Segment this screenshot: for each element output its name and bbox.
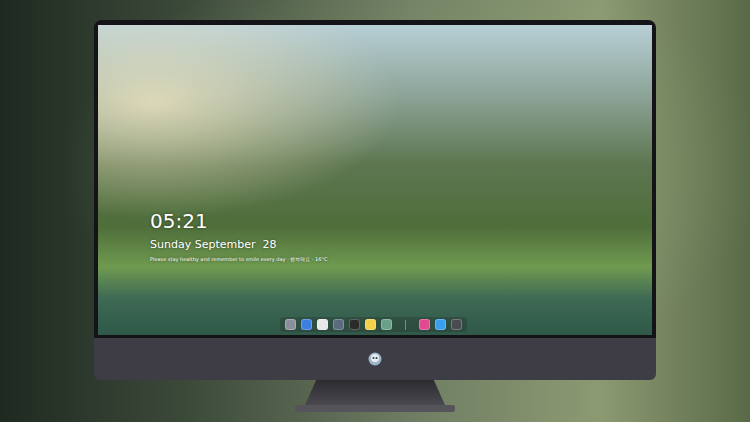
dock-app-icon[interactable] xyxy=(285,319,296,330)
dock-app-icon[interactable] xyxy=(419,319,430,330)
dock xyxy=(280,317,467,332)
clock-widget: 05:21 Sunday September 28 Please stay he… xyxy=(150,210,652,263)
dock-app-icon[interactable] xyxy=(381,319,392,330)
dock-app-icon[interactable] xyxy=(317,319,328,330)
monitor-chin xyxy=(94,338,656,380)
dock-app-icon[interactable] xyxy=(365,319,376,330)
clock-info: Please stay healthy and remember to smil… xyxy=(150,256,652,263)
brand-logo-icon xyxy=(368,352,382,366)
wallpaper xyxy=(98,25,652,335)
clock-date: Sunday September 28 xyxy=(150,238,652,252)
screen: 05:21 Sunday September 28 Please stay he… xyxy=(98,25,652,335)
monitor-base xyxy=(295,405,455,412)
dock-divider xyxy=(405,320,406,330)
monitor: 05:21 Sunday September 28 Please stay he… xyxy=(94,20,656,412)
dock-app-icon[interactable] xyxy=(435,319,446,330)
dock-app-icon[interactable] xyxy=(451,319,462,330)
desktop-backdrop: 05:21 Sunday September 28 Please stay he… xyxy=(0,0,750,422)
monitor-stand xyxy=(305,380,445,405)
dock-app-icon[interactable] xyxy=(349,319,360,330)
monitor-bezel: 05:21 Sunday September 28 Please stay he… xyxy=(94,20,656,338)
dock-app-icon[interactable] xyxy=(333,319,344,330)
dock-app-icon[interactable] xyxy=(301,319,312,330)
clock-time: 05:21 xyxy=(150,210,652,232)
